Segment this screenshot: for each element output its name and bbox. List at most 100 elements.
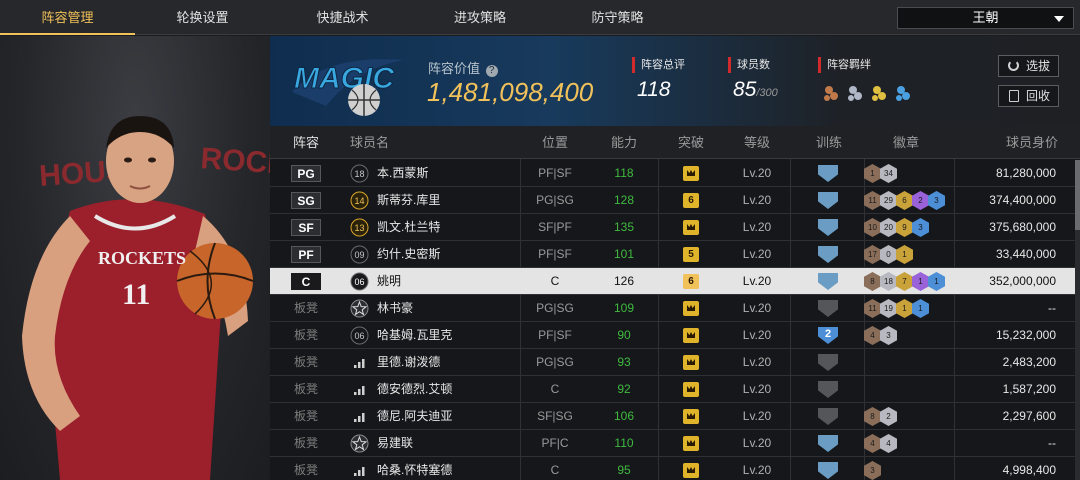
bond-icon-bronze[interactable] bbox=[824, 86, 838, 101]
breakthrough-icon[interactable] bbox=[683, 220, 699, 235]
training-shield-icon[interactable] bbox=[818, 462, 838, 479]
table-row[interactable]: 板凳 哈桑.怀特塞德 C 95 Lv.20 3 4,998,400 bbox=[270, 457, 1076, 480]
badge-icon[interactable]: 8 bbox=[864, 407, 881, 426]
position-slot-badge[interactable]: SF bbox=[291, 219, 321, 236]
position-slot-badge[interactable]: C bbox=[291, 273, 321, 290]
badge-icon[interactable]: 0 bbox=[880, 245, 897, 264]
team-select[interactable]: 王朝 bbox=[897, 7, 1074, 29]
badge-icon[interactable]: 9 bbox=[896, 218, 913, 237]
badge-icon[interactable]: 4 bbox=[880, 434, 897, 453]
badge-icon[interactable]: 34 bbox=[880, 164, 897, 183]
bench-label[interactable]: 板凳 bbox=[291, 403, 321, 430]
position-slot-badge[interactable]: SG bbox=[291, 192, 321, 209]
col-lineup[interactable]: 阵容 bbox=[280, 126, 332, 159]
table-scrollbar[interactable] bbox=[1075, 160, 1080, 480]
training-shield-icon[interactable] bbox=[818, 165, 838, 182]
bond-icon-blue[interactable] bbox=[896, 86, 910, 101]
col-level[interactable]: 等级 bbox=[724, 126, 790, 159]
breakthrough-icon[interactable] bbox=[683, 166, 699, 181]
col-training[interactable]: 训练 bbox=[798, 126, 860, 159]
recycle-button[interactable]: 回收 bbox=[998, 85, 1059, 107]
scrollbar-thumb[interactable] bbox=[1075, 160, 1080, 230]
player-name[interactable]: 德安德烈.艾顿 bbox=[377, 376, 452, 403]
tab-lineup[interactable]: 阵容管理 bbox=[0, 0, 135, 35]
tab-offense[interactable]: 进攻策略 bbox=[415, 0, 545, 35]
table-row[interactable]: SG 14 斯蒂芬.库里 PG|SG 128 6 Lv.20 11 29 6 2 3 374,400,0… bbox=[270, 187, 1076, 214]
table-row[interactable]: 板凳 里德.谢泼德 PG|SG 93 Lv.20 2,483,200 bbox=[270, 349, 1076, 376]
col-player-name[interactable]: 球员名 bbox=[350, 126, 410, 159]
badge-icon[interactable]: 3 bbox=[912, 218, 929, 237]
badge-icon[interactable]: 1 bbox=[896, 299, 913, 318]
badge-icon[interactable]: 6 bbox=[896, 191, 913, 210]
bond-icon-silver[interactable] bbox=[848, 86, 862, 101]
table-row[interactable]: 板凳 易建联 PF|C 110 Lv.20 4 4 -- bbox=[270, 430, 1076, 457]
player-name[interactable]: 约什.史密斯 bbox=[377, 241, 440, 268]
bench-label[interactable]: 板凳 bbox=[291, 430, 321, 457]
badge-icon[interactable]: 7 bbox=[896, 272, 913, 291]
player-name[interactable]: 里德.谢泼德 bbox=[377, 349, 440, 376]
training-shield-icon[interactable] bbox=[818, 381, 838, 398]
col-breakthrough[interactable]: 突破 bbox=[658, 126, 724, 159]
player-name[interactable]: 德尼.阿夫迪亚 bbox=[377, 403, 452, 430]
badge-icon[interactable]: 4 bbox=[864, 434, 881, 453]
badge-icon[interactable]: 8 bbox=[864, 272, 881, 291]
table-row[interactable]: PG 18 本.西蒙斯 PF|SF 118 Lv.20 1 34 81,280,000 bbox=[270, 160, 1076, 187]
badge-icon[interactable]: 29 bbox=[880, 191, 897, 210]
badge-icon[interactable]: 1 bbox=[864, 164, 881, 183]
col-player-value[interactable]: 球员身价 bbox=[970, 126, 1070, 159]
table-row[interactable]: 板凳 06 哈基姆.瓦里克 PF|SF 90 Lv.20 2 4 3 15,232,000 bbox=[270, 322, 1076, 349]
badge-icon[interactable]: 1 bbox=[896, 245, 913, 264]
badge-icon[interactable]: 11 bbox=[864, 191, 881, 210]
training-shield-icon[interactable] bbox=[818, 219, 838, 236]
badge-icon[interactable]: 17 bbox=[864, 245, 881, 264]
breakthrough-icon[interactable] bbox=[683, 409, 699, 424]
breakthrough-icon[interactable] bbox=[683, 355, 699, 370]
breakthrough-icon[interactable] bbox=[683, 463, 699, 478]
player-name[interactable]: 哈基姆.瓦里克 bbox=[377, 322, 452, 349]
scout-button[interactable]: 选拔 bbox=[998, 55, 1059, 77]
col-badges[interactable]: 徽章 bbox=[864, 126, 948, 159]
bench-label[interactable]: 板凳 bbox=[291, 376, 321, 403]
col-position[interactable]: 位置 bbox=[520, 126, 590, 159]
training-shield-icon[interactable] bbox=[818, 435, 838, 452]
player-name[interactable]: 凯文.杜兰特 bbox=[377, 214, 440, 241]
badge-icon[interactable]: 18 bbox=[880, 272, 897, 291]
position-slot-badge[interactable]: PF bbox=[291, 246, 321, 263]
help-icon[interactable]: ? bbox=[485, 65, 498, 77]
table-row[interactable]: 板凳 林书豪 PG|SG 109 Lv.20 11 19 1 1 -- bbox=[270, 295, 1076, 322]
table-row[interactable]: 板凳 德安德烈.艾顿 C 92 Lv.20 1,587,200 bbox=[270, 376, 1076, 403]
breakthrough-icon[interactable]: 6 bbox=[683, 193, 699, 208]
player-name[interactable]: 易建联 bbox=[377, 430, 413, 457]
badge-icon[interactable]: 1 bbox=[912, 272, 929, 291]
badge-icon[interactable]: 20 bbox=[880, 218, 897, 237]
training-shield-icon[interactable] bbox=[818, 246, 838, 263]
player-name[interactable]: 姚明 bbox=[377, 268, 401, 295]
table-row[interactable]: 板凳 德尼.阿夫迪亚 SF|SG 106 Lv.20 8 2 2,297,600 bbox=[270, 403, 1076, 430]
badge-icon[interactable]: 3 bbox=[928, 191, 945, 210]
player-name[interactable]: 本.西蒙斯 bbox=[377, 160, 428, 187]
badge-icon[interactable]: 1 bbox=[912, 299, 929, 318]
training-shield-icon[interactable] bbox=[818, 408, 838, 425]
training-shield-icon[interactable] bbox=[818, 273, 838, 290]
bench-label[interactable]: 板凳 bbox=[291, 457, 321, 480]
badge-icon[interactable]: 1 bbox=[928, 272, 945, 291]
player-name[interactable]: 哈桑.怀特塞德 bbox=[377, 457, 452, 480]
table-row[interactable]: SF 13 凯文.杜兰特 SF|PF 135 Lv.20 10 20 9 3 375,680,000 bbox=[270, 214, 1076, 241]
breakthrough-icon[interactable] bbox=[683, 382, 699, 397]
table-row[interactable]: C 06 姚明 C 126 6 Lv.20 8 18 7 1 1 352,000,000 bbox=[270, 268, 1076, 295]
bench-label[interactable]: 板凳 bbox=[291, 349, 321, 376]
badge-icon[interactable]: 4 bbox=[864, 326, 881, 345]
badge-icon[interactable]: 2 bbox=[880, 407, 897, 426]
bond-icon-gold[interactable] bbox=[872, 86, 886, 101]
bench-label[interactable]: 板凳 bbox=[291, 295, 321, 322]
training-shield-icon[interactable] bbox=[818, 300, 838, 317]
breakthrough-icon[interactable] bbox=[683, 436, 699, 451]
tab-rotation[interactable]: 轮换设置 bbox=[135, 0, 270, 35]
badge-icon[interactable]: 11 bbox=[864, 299, 881, 318]
breakthrough-icon[interactable] bbox=[683, 301, 699, 316]
position-slot-badge[interactable]: PG bbox=[291, 165, 321, 182]
training-shield-icon[interactable] bbox=[818, 354, 838, 371]
badge-icon[interactable]: 19 bbox=[880, 299, 897, 318]
badge-icon[interactable]: 2 bbox=[912, 191, 929, 210]
player-name[interactable]: 林书豪 bbox=[377, 295, 413, 322]
